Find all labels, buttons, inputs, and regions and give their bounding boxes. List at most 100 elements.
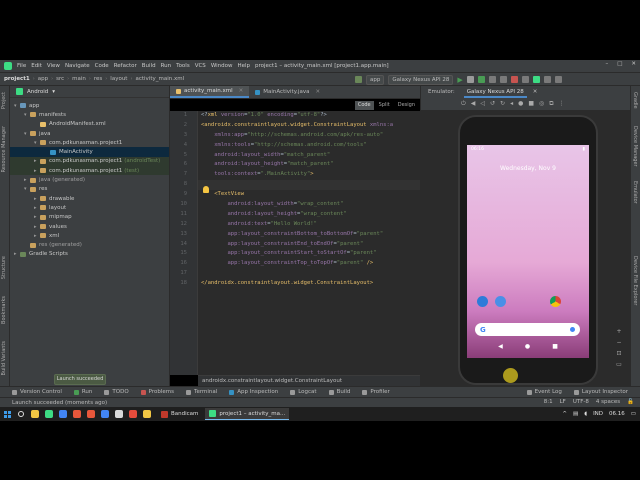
pinned-app-icon[interactable] — [56, 407, 70, 421]
volume-up-icon[interactable]: ◀ — [471, 100, 476, 107]
menu-refactor[interactable]: Refactor — [114, 63, 137, 69]
line-separator[interactable]: LF — [560, 399, 566, 405]
tool-window-button[interactable]: Logcat — [290, 389, 317, 395]
zoom-out-icon[interactable]: − — [616, 339, 621, 346]
menu-navigate[interactable]: Navigate — [65, 63, 90, 69]
pinned-app-icon[interactable] — [98, 407, 112, 421]
tab-bookmarks[interactable]: Bookmarks — [1, 296, 7, 324]
chevron-up-icon[interactable]: ^ — [562, 411, 567, 417]
tool-window-button[interactable]: Run — [73, 389, 92, 395]
tab-device-manager[interactable]: Device Manager — [632, 126, 638, 167]
pinned-app-icon[interactable] — [70, 407, 84, 421]
messages-app-icon[interactable] — [495, 296, 506, 307]
tree-item[interactable]: ▸ com.pdkunasman.project1 (androidTest) — [10, 156, 169, 167]
overview-icon[interactable]: ■ — [552, 343, 558, 350]
pinned-app-icon[interactable] — [42, 407, 56, 421]
pinned-app-icon[interactable] — [28, 407, 42, 421]
tool-window-button[interactable]: Version Control — [12, 389, 62, 395]
search-icon[interactable] — [14, 407, 28, 421]
tree-item[interactable]: ▸ mipmap — [10, 213, 169, 222]
tab-device-file-explorer[interactable]: Device File Explorer — [632, 256, 638, 305]
snapshot-icon[interactable]: ⧉ — [549, 100, 553, 108]
taskbar-app[interactable]: Bandicam — [157, 408, 202, 420]
windows-start-icon[interactable] — [0, 407, 14, 421]
hammer-icon[interactable] — [355, 76, 362, 83]
device-dropdown[interactable]: Galaxy Nexus API 28 — [388, 74, 454, 85]
chrome-app-icon[interactable] — [550, 296, 561, 307]
tree-item[interactable]: ▾ java — [10, 129, 169, 138]
tool-window-button[interactable]: Problems — [140, 389, 174, 395]
menu-code[interactable]: Code — [95, 63, 109, 69]
sdk-manager-icon[interactable] — [543, 76, 551, 83]
zoom-actual-icon[interactable]: ⊡ — [616, 350, 621, 357]
volume-down-icon[interactable]: ◁ — [480, 100, 485, 107]
tree-item[interactable]: ▾ com.pdkunasman.project1 — [10, 138, 169, 147]
pinned-app-icon[interactable] — [112, 407, 126, 421]
breadcrumb-project[interactable]: project1 — [4, 76, 30, 82]
tree-item[interactable]: ▸ xml — [10, 231, 169, 240]
layout-inspector-button[interactable]: Layout Inspector — [573, 389, 628, 395]
event-log-button[interactable]: Event Log — [526, 389, 562, 395]
back-icon[interactable]: ◀ — [498, 343, 503, 350]
rotate-left-icon[interactable]: ↺ — [490, 100, 495, 107]
tree-item[interactable]: ▾ res — [10, 185, 169, 194]
close-tab-icon[interactable]: ✕ — [315, 89, 320, 95]
tree-item[interactable]: ▸ values — [10, 222, 169, 231]
tree-item[interactable]: MainActivity — [10, 147, 169, 157]
phone-app-icon[interactable] — [477, 296, 488, 307]
tab-build-variants[interactable]: Build Variants — [1, 341, 7, 375]
menu-view[interactable]: View — [47, 63, 60, 69]
menu-help[interactable]: Help — [238, 63, 251, 69]
minimize-icon[interactable]: – — [605, 61, 608, 67]
fit-screen-icon[interactable]: ▭ — [616, 361, 622, 368]
maximize-icon[interactable]: □ — [617, 61, 622, 67]
back-icon[interactable]: ◂ — [510, 100, 513, 107]
breadcrumb-file[interactable]: activity_main.xml — [135, 76, 184, 82]
pinned-app-icon[interactable] — [140, 407, 154, 421]
pinned-app-icon[interactable] — [126, 407, 140, 421]
taskbar-app[interactable]: project1 – activity_ma... — [205, 408, 290, 420]
apply-changes-icon[interactable] — [466, 76, 474, 83]
search-icon[interactable] — [554, 76, 562, 83]
close-icon[interactable]: ✕ — [533, 89, 538, 95]
view-mode-split[interactable]: Split — [376, 101, 393, 110]
breadcrumb-main[interactable]: main — [72, 76, 86, 82]
breadcrumb-src[interactable]: src — [56, 76, 64, 82]
tool-window-button[interactable]: Build — [328, 389, 350, 395]
phone-screen[interactable]: 06:16 ▮ Wednesday, Nov 9 G ◀ ● ■ — [467, 145, 589, 358]
editor-breadcrumb[interactable]: androidx.constraintlayout.widget.Constra… — [198, 375, 420, 386]
file-encoding[interactable]: UTF-8 — [573, 399, 589, 405]
profile-icon[interactable] — [488, 76, 496, 83]
tree-item[interactable]: ▸ java (generated) — [10, 175, 169, 184]
menu-window[interactable]: Window — [211, 63, 233, 69]
overview-icon[interactable]: ■ — [528, 100, 534, 107]
device-manager-icon[interactable] — [532, 76, 540, 83]
tab-emulator-device[interactable]: Galaxy Nexus API 28 — [463, 86, 527, 98]
tab-project[interactable]: Project — [1, 92, 7, 109]
view-mode-code[interactable]: Code — [354, 100, 374, 110]
menu-file[interactable]: File — [17, 63, 26, 69]
tree-item[interactable]: ▾ manifests — [10, 110, 169, 119]
volume-icon[interactable]: ◖ — [584, 411, 587, 417]
pinned-app-icon[interactable] — [84, 407, 98, 421]
close-tab-icon[interactable]: ✕ — [239, 88, 244, 94]
google-search-bar[interactable]: G — [475, 323, 580, 336]
menu-build[interactable]: Build — [142, 63, 156, 69]
tool-window-button[interactable]: Profiler — [362, 389, 390, 395]
home-icon[interactable]: ● — [518, 100, 523, 107]
project-view-dropdown[interactable]: Android — [27, 89, 48, 95]
debug-icon[interactable] — [477, 76, 485, 83]
lock-icon[interactable]: 🔓 — [627, 399, 634, 405]
indent-setting[interactable]: 4 spaces — [596, 399, 620, 405]
view-mode-design[interactable]: Design — [395, 101, 418, 110]
attach-debugger-icon[interactable] — [499, 76, 507, 83]
tree-item[interactable]: ▸ drawable — [10, 194, 169, 203]
power-icon[interactable]: ⏻ — [461, 100, 466, 108]
stop-icon[interactable] — [510, 76, 518, 83]
code-editor[interactable]: <?xml version="1.0" encoding="utf-8"?> <a… — [198, 111, 420, 375]
close-icon[interactable]: ✕ — [631, 61, 636, 67]
run-config-dropdown[interactable]: app — [366, 74, 385, 85]
tool-window-button[interactable]: TODO — [104, 389, 129, 395]
input-language[interactable]: IND — [593, 411, 603, 417]
more-icon[interactable]: ⋮ — [559, 100, 565, 107]
